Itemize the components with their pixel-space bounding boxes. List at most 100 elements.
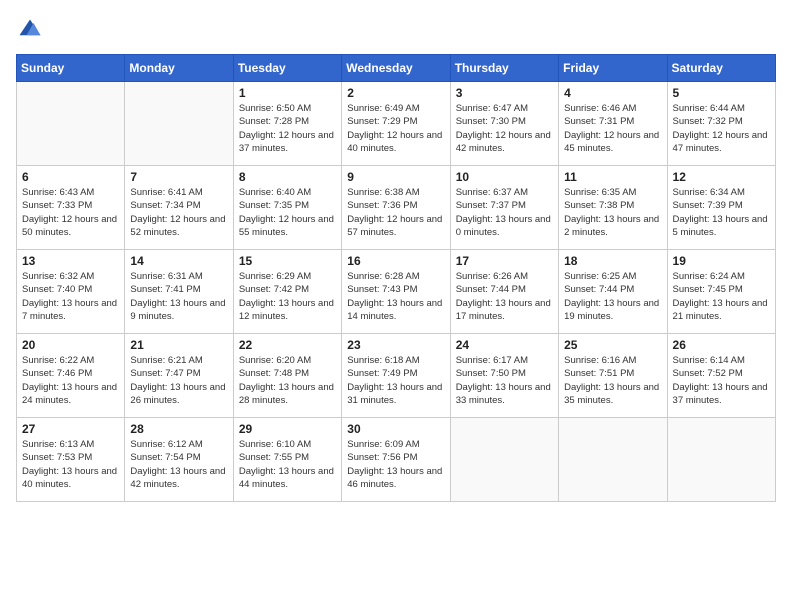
calendar-day-cell: 13 Sunrise: 6:32 AMSunset: 7:40 PMDayligh…: [17, 250, 125, 334]
weekday-header: Thursday: [450, 55, 558, 82]
calendar-day-cell: 27 Sunrise: 6:13 AMSunset: 7:53 PMDayligh…: [17, 418, 125, 502]
calendar-day-cell: [559, 418, 667, 502]
calendar-week-row: 6 Sunrise: 6:43 AMSunset: 7:33 PMDaylight…: [17, 166, 776, 250]
day-number: 17: [456, 254, 553, 268]
day-info: Sunrise: 6:22 AMSunset: 7:46 PMDaylight:…: [22, 354, 119, 407]
calendar-day-cell: [17, 82, 125, 166]
day-number: 13: [22, 254, 119, 268]
day-number: 18: [564, 254, 661, 268]
calendar-week-row: 13 Sunrise: 6:32 AMSunset: 7:40 PMDayligh…: [17, 250, 776, 334]
day-number: 29: [239, 422, 336, 436]
calendar-day-cell: 19Sunrise: 6:24 AMSunset: 7:45 PMDayligh…: [667, 250, 775, 334]
day-number: 9: [347, 170, 444, 184]
calendar-day-cell: 4 Sunrise: 6:46 AMSunset: 7:31 PMDaylight…: [559, 82, 667, 166]
calendar-day-cell: 10 Sunrise: 6:37 AMSunset: 7:37 PMDayligh…: [450, 166, 558, 250]
day-number: 4: [564, 86, 661, 100]
day-number: 12: [673, 170, 770, 184]
weekday-header: Sunday: [17, 55, 125, 82]
day-number: 6: [22, 170, 119, 184]
calendar-day-cell: 6 Sunrise: 6:43 AMSunset: 7:33 PMDaylight…: [17, 166, 125, 250]
day-info: Sunrise: 6:47 AMSunset: 7:30 PMDaylight:…: [456, 102, 553, 155]
day-number: 7: [130, 170, 227, 184]
day-number: 28: [130, 422, 227, 436]
day-info: Sunrise: 6:37 AMSunset: 7:37 PMDaylight:…: [456, 186, 553, 239]
day-info: Sunrise: 6:31 AMSunset: 7:41 PMDaylight:…: [130, 270, 227, 323]
calendar-week-row: 20 Sunrise: 6:22 AMSunset: 7:46 PMDayligh…: [17, 334, 776, 418]
day-info: Sunrise: 6:40 AMSunset: 7:35 PMDaylight:…: [239, 186, 336, 239]
day-info: Sunrise: 6:12 AMSunset: 7:54 PMDaylight:…: [130, 438, 227, 491]
calendar-day-cell: 18 Sunrise: 6:25 AMSunset: 7:44 PMDayligh…: [559, 250, 667, 334]
calendar-day-cell: 11 Sunrise: 6:35 AMSunset: 7:38 PMDayligh…: [559, 166, 667, 250]
day-number: 20: [22, 338, 119, 352]
calendar-day-cell: 14Sunrise: 6:31 AMSunset: 7:41 PMDayligh…: [125, 250, 233, 334]
day-info: Sunrise: 6:26 AMSunset: 7:44 PMDaylight:…: [456, 270, 553, 323]
day-info: Sunrise: 6:16 AMSunset: 7:51 PMDaylight:…: [564, 354, 661, 407]
day-info: Sunrise: 6:09 AMSunset: 7:56 PMDaylight:…: [347, 438, 444, 491]
calendar-day-cell: 1 Sunrise: 6:50 AMSunset: 7:28 PMDaylight…: [233, 82, 341, 166]
calendar-day-cell: 17 Sunrise: 6:26 AMSunset: 7:44 PMDayligh…: [450, 250, 558, 334]
calendar-day-cell: 16 Sunrise: 6:28 AMSunset: 7:43 PMDayligh…: [342, 250, 450, 334]
logo-icon: [16, 16, 44, 44]
day-number: 25: [564, 338, 661, 352]
calendar-day-cell: 23Sunrise: 6:18 AMSunset: 7:49 PMDayligh…: [342, 334, 450, 418]
calendar-day-cell: [125, 82, 233, 166]
calendar-day-cell: 22 Sunrise: 6:20 AMSunset: 7:48 PMDayligh…: [233, 334, 341, 418]
day-number: 23: [347, 338, 444, 352]
day-info: Sunrise: 6:28 AMSunset: 7:43 PMDaylight:…: [347, 270, 444, 323]
day-number: 5: [673, 86, 770, 100]
weekday-header: Tuesday: [233, 55, 341, 82]
day-number: 27: [22, 422, 119, 436]
calendar-table: SundayMondayTuesdayWednesdayThursdayFrid…: [16, 54, 776, 502]
calendar-day-cell: 26 Sunrise: 6:14 AMSunset: 7:52 PMDayligh…: [667, 334, 775, 418]
day-number: 3: [456, 86, 553, 100]
weekday-header: Monday: [125, 55, 233, 82]
calendar-day-cell: 15 Sunrise: 6:29 AMSunset: 7:42 PMDayligh…: [233, 250, 341, 334]
calendar-day-cell: 25 Sunrise: 6:16 AMSunset: 7:51 PMDayligh…: [559, 334, 667, 418]
calendar-header-row: SundayMondayTuesdayWednesdayThursdayFrid…: [17, 55, 776, 82]
day-number: 16: [347, 254, 444, 268]
logo: [16, 16, 48, 44]
calendar-day-cell: 28 Sunrise: 6:12 AMSunset: 7:54 PMDayligh…: [125, 418, 233, 502]
day-number: 8: [239, 170, 336, 184]
day-info: Sunrise: 6:25 AMSunset: 7:44 PMDaylight:…: [564, 270, 661, 323]
day-info: Sunrise: 6:46 AMSunset: 7:31 PMDaylight:…: [564, 102, 661, 155]
calendar-day-cell: [450, 418, 558, 502]
calendar-day-cell: 8 Sunrise: 6:40 AMSunset: 7:35 PMDaylight…: [233, 166, 341, 250]
calendar-day-cell: 12Sunrise: 6:34 AMSunset: 7:39 PMDayligh…: [667, 166, 775, 250]
calendar-day-cell: 2 Sunrise: 6:49 AMSunset: 7:29 PMDaylight…: [342, 82, 450, 166]
day-number: 11: [564, 170, 661, 184]
calendar-day-cell: 7 Sunrise: 6:41 AMSunset: 7:34 PMDaylight…: [125, 166, 233, 250]
day-info: Sunrise: 6:29 AMSunset: 7:42 PMDaylight:…: [239, 270, 336, 323]
day-number: 30: [347, 422, 444, 436]
calendar-day-cell: 3 Sunrise: 6:47 AMSunset: 7:30 PMDaylight…: [450, 82, 558, 166]
day-info: Sunrise: 6:44 AMSunset: 7:32 PMDaylight:…: [673, 102, 770, 155]
day-info: Sunrise: 6:13 AMSunset: 7:53 PMDaylight:…: [22, 438, 119, 491]
calendar-day-cell: 20 Sunrise: 6:22 AMSunset: 7:46 PMDayligh…: [17, 334, 125, 418]
day-info: Sunrise: 6:49 AMSunset: 7:29 PMDaylight:…: [347, 102, 444, 155]
weekday-header: Saturday: [667, 55, 775, 82]
day-number: 1: [239, 86, 336, 100]
weekday-header: Friday: [559, 55, 667, 82]
calendar-week-row: 1 Sunrise: 6:50 AMSunset: 7:28 PMDaylight…: [17, 82, 776, 166]
day-number: 24: [456, 338, 553, 352]
day-info: Sunrise: 6:17 AMSunset: 7:50 PMDaylight:…: [456, 354, 553, 407]
day-number: 10: [456, 170, 553, 184]
day-info: Sunrise: 6:35 AMSunset: 7:38 PMDaylight:…: [564, 186, 661, 239]
day-info: Sunrise: 6:43 AMSunset: 7:33 PMDaylight:…: [22, 186, 119, 239]
calendar-day-cell: 9 Sunrise: 6:38 AMSunset: 7:36 PMDaylight…: [342, 166, 450, 250]
day-info: Sunrise: 6:32 AMSunset: 7:40 PMDaylight:…: [22, 270, 119, 323]
day-info: Sunrise: 6:38 AMSunset: 7:36 PMDaylight:…: [347, 186, 444, 239]
day-info: Sunrise: 6:41 AMSunset: 7:34 PMDaylight:…: [130, 186, 227, 239]
calendar-day-cell: 30 Sunrise: 6:09 AMSunset: 7:56 PMDayligh…: [342, 418, 450, 502]
day-number: 26: [673, 338, 770, 352]
day-number: 22: [239, 338, 336, 352]
page-header: [16, 16, 776, 44]
calendar-day-cell: 29Sunrise: 6:10 AMSunset: 7:55 PMDayligh…: [233, 418, 341, 502]
day-number: 2: [347, 86, 444, 100]
day-info: Sunrise: 6:50 AMSunset: 7:28 PMDaylight:…: [239, 102, 336, 155]
day-number: 15: [239, 254, 336, 268]
weekday-header: Wednesday: [342, 55, 450, 82]
day-info: Sunrise: 6:14 AMSunset: 7:52 PMDaylight:…: [673, 354, 770, 407]
day-info: Sunrise: 6:20 AMSunset: 7:48 PMDaylight:…: [239, 354, 336, 407]
day-number: 19: [673, 254, 770, 268]
